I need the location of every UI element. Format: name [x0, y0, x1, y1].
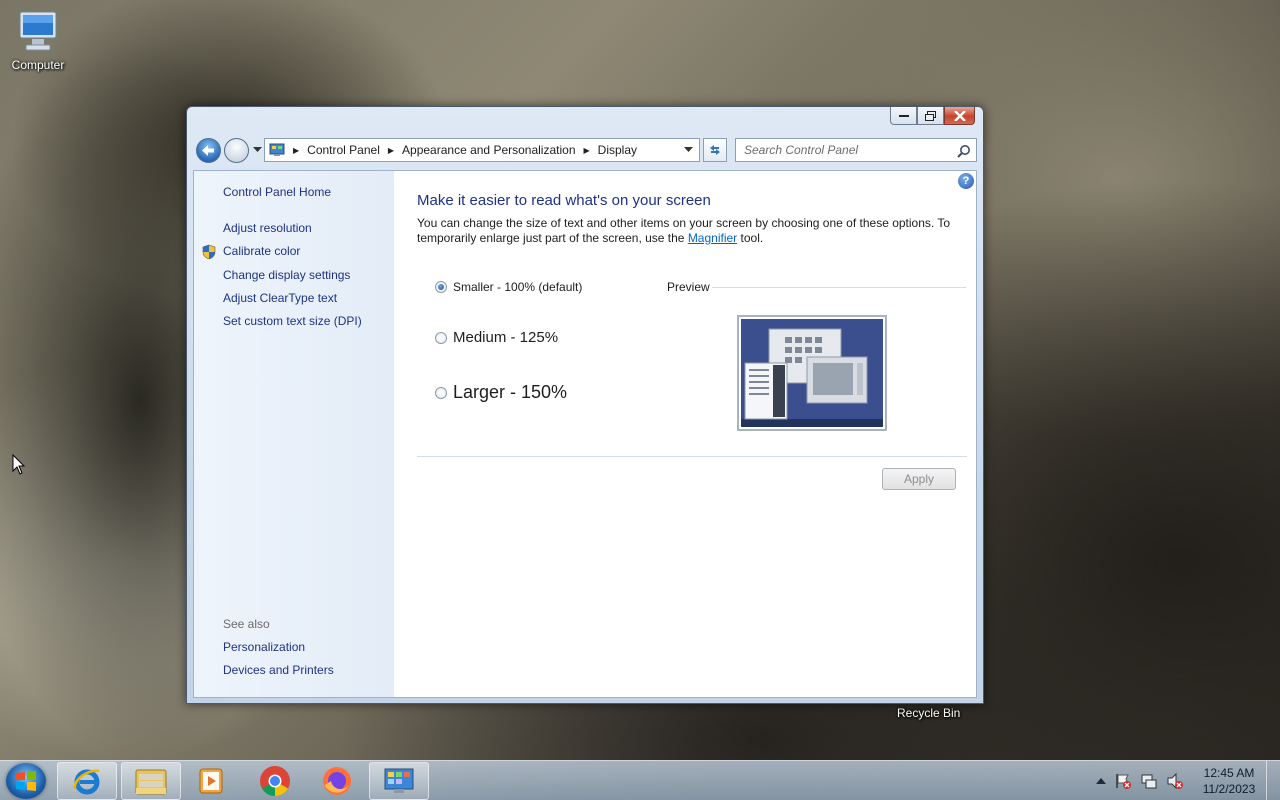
start-button[interactable]: [6, 763, 46, 799]
internet-explorer-icon: [73, 769, 100, 795]
maximize-button[interactable]: [917, 107, 944, 125]
preview-divider: [712, 287, 966, 288]
content-divider: [417, 456, 967, 457]
close-button[interactable]: [944, 107, 975, 125]
personalization-link[interactable]: Personalization: [223, 640, 305, 654]
breadcrumb-separator-icon[interactable]: ▶: [388, 146, 394, 155]
control-panel-home-link[interactable]: Control Panel Home: [223, 185, 331, 199]
address-bar[interactable]: ▶ Control Panel ▶ Appearance and Persona…: [264, 138, 700, 162]
action-center-flag-icon[interactable]: [1114, 772, 1132, 790]
option-smaller[interactable]: Smaller - 100% (default): [435, 280, 582, 294]
adjust-cleartype-link[interactable]: Adjust ClearType text: [223, 291, 337, 305]
breadcrumb-separator-icon[interactable]: ▶: [293, 146, 299, 155]
control-panel-icon: [269, 143, 285, 156]
minimize-icon: [898, 114, 909, 117]
refresh-icon: [710, 145, 720, 155]
option-larger[interactable]: Larger - 150%: [435, 382, 567, 403]
volume-muted-icon[interactable]: [1166, 772, 1184, 790]
clock-time: 12:45 AM: [1203, 766, 1255, 780]
breadcrumb-separator-icon[interactable]: ▶: [584, 146, 590, 155]
change-display-settings-link[interactable]: Change display settings: [223, 268, 350, 282]
clock[interactable]: 12:45 AM 11/2/2023: [1196, 765, 1262, 797]
taskbar-internet-explorer[interactable]: [57, 762, 117, 800]
magnifier-link[interactable]: Magnifier: [688, 231, 737, 245]
computer-label: Computer: [11, 58, 65, 72]
taskbar-control-panel[interactable]: [369, 762, 429, 800]
see-also-heading: See also: [223, 617, 270, 631]
preview-desktop-icon: [741, 319, 883, 427]
calibrate-color-link[interactable]: Calibrate color: [223, 244, 300, 258]
larger-radio[interactable]: [435, 386, 447, 399]
help-icon[interactable]: ?: [958, 173, 974, 189]
taskbar-firefox[interactable]: [307, 762, 367, 800]
search-placeholder: Search Control Panel: [744, 143, 859, 157]
forward-button[interactable]: [224, 138, 249, 163]
clock-date: 11/2/2023: [1202, 782, 1256, 796]
description-text-end: tool.: [737, 231, 764, 245]
taskbar-media-player[interactable]: [181, 762, 241, 800]
file-explorer-icon: [135, 769, 167, 795]
recycle-bin-label[interactable]: Recycle Bin: [897, 706, 960, 720]
custom-text-size-link[interactable]: Set custom text size (DPI): [223, 314, 362, 328]
page-title: Make it easier to read what's on your sc…: [417, 192, 711, 209]
refresh-button[interactable]: [703, 138, 727, 162]
show-hidden-icons-icon[interactable]: [1096, 777, 1106, 785]
breadcrumb-display[interactable]: Display: [598, 143, 637, 157]
desktop-computer-icon[interactable]: Computer: [0, 8, 76, 72]
page-description: You can change the size of text and othe…: [417, 216, 962, 246]
network-icon[interactable]: [1140, 772, 1158, 790]
content-pane: ? Make it easier to read what's on your …: [394, 171, 976, 697]
taskbar: 12:45 AM 11/2/2023: [0, 760, 1280, 800]
smaller-label[interactable]: Smaller - 100% (default): [453, 280, 582, 294]
address-dropdown-icon[interactable]: [684, 147, 693, 153]
medium-label[interactable]: Medium - 125%: [453, 329, 558, 346]
search-input[interactable]: Search Control Panel: [735, 138, 977, 162]
taskbar-file-explorer[interactable]: [121, 762, 181, 800]
devices-and-printers-link[interactable]: Devices and Printers: [223, 663, 334, 677]
medium-radio[interactable]: [435, 331, 447, 344]
breadcrumb-control-panel[interactable]: Control Panel: [307, 143, 380, 157]
system-tray: [1096, 772, 1184, 790]
back-arrow-icon: [202, 145, 214, 156]
search-icon[interactable]: [957, 144, 971, 158]
mouse-cursor-icon: [12, 454, 26, 475]
media-player-icon: [199, 768, 223, 794]
preview-label: Preview: [667, 280, 710, 294]
caption-buttons: [890, 107, 975, 125]
show-desktop-button[interactable]: [1266, 761, 1280, 800]
breadcrumb-appearance[interactable]: Appearance and Personalization: [402, 143, 575, 157]
option-medium[interactable]: Medium - 125%: [435, 329, 558, 346]
minimize-button[interactable]: [890, 107, 917, 125]
uac-shield-icon: [202, 244, 216, 260]
firefox-icon: [323, 767, 351, 795]
windows-logo-icon: [16, 771, 36, 791]
control-panel-icon: [384, 768, 414, 793]
recent-pages-dropdown-icon[interactable]: [253, 147, 262, 153]
display-window: ▶ Control Panel ▶ Appearance and Persona…: [186, 106, 984, 704]
apply-button[interactable]: Apply: [882, 468, 956, 490]
adjust-resolution-link[interactable]: Adjust resolution: [223, 221, 312, 235]
computer-icon: [19, 11, 57, 51]
smaller-radio[interactable]: [435, 281, 447, 293]
description-text: You can change the size of text and othe…: [417, 216, 951, 245]
taskbar-chrome[interactable]: [245, 762, 305, 800]
preview-image: [737, 315, 887, 431]
larger-label[interactable]: Larger - 150%: [453, 382, 567, 403]
chrome-icon: [260, 766, 290, 797]
navigation-bar: ▶ Control Panel ▶ Appearance and Persona…: [195, 137, 977, 165]
restore-icon: [924, 110, 936, 121]
back-button[interactable]: [196, 138, 221, 163]
left-task-pane: Control Panel Home Adjust resolution Cal…: [194, 171, 394, 697]
close-icon: [953, 110, 966, 121]
window-client-area: Control Panel Home Adjust resolution Cal…: [193, 170, 977, 698]
